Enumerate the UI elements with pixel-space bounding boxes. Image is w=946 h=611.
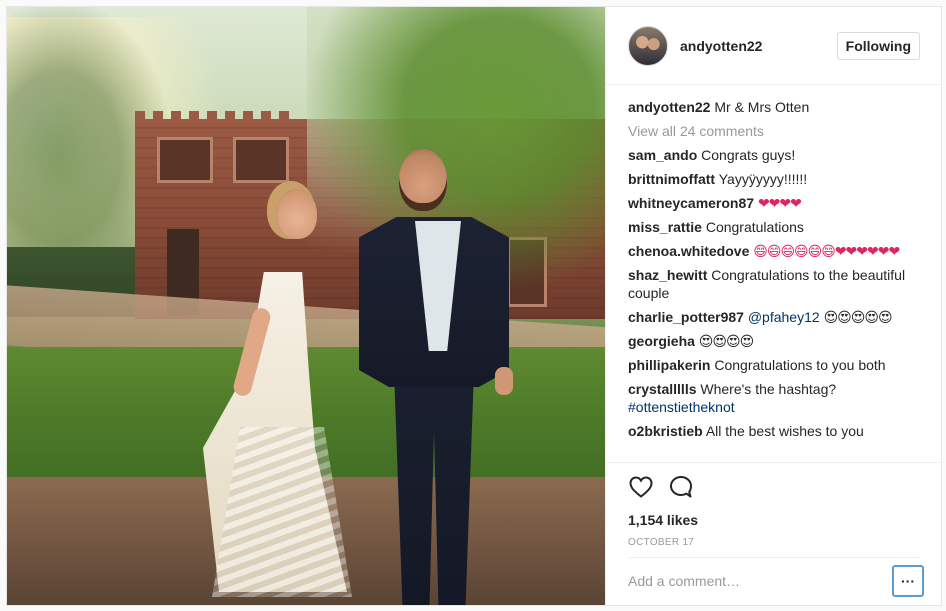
following-button[interactable]: Following [836,31,920,60]
comment-username[interactable]: o2bkristieb [628,423,703,439]
comment-item: whitneycameron87 ❤❤❤❤ [628,194,920,212]
photo-groom-hand [495,367,513,395]
comment-text: All the best wishes to you [705,423,864,439]
comments-list[interactable]: andyotten22 Mr & Mrs Otten View all 24 c… [606,85,942,462]
comment-item: crystallllls Where's the hashtag? #otten… [628,380,920,416]
comment-username[interactable]: brittnimoffatt [628,171,715,187]
likes-count[interactable]: 1,154 likes [628,511,920,529]
comment-item: sam_ando Congrats guys! [628,146,920,164]
photo-bride-head [277,189,317,239]
comment-text: 😍😍😍😍 [698,333,754,349]
comment-item: phillipakerin Congratulations to you bot… [628,356,920,374]
more-options-icon[interactable]: ··· [892,564,924,597]
comment-item: miss_rattie Congratulations [628,218,920,236]
comment-mention-link[interactable]: @pfahey12 [748,309,820,325]
heart-icon[interactable] [628,474,654,500]
comment-item: brittnimoffatt Yayyÿyyyy!!!!!! [628,170,920,188]
caption-username[interactable]: andyotten22 [628,99,710,115]
comment-text: 😍😍😍😍😍 [823,309,893,325]
header-username[interactable]: andyotten22 [680,38,762,54]
avatar[interactable] [628,25,668,66]
comment-username[interactable]: shaz_hewitt [628,267,707,283]
post-header: andyotten22 Following [606,7,942,85]
post-photo[interactable] [7,7,605,605]
photo-window [157,137,213,183]
comment-item: charlie_potter987 @pfahey12 😍😍😍😍😍 [628,308,920,326]
comment-text: Congrats guys! [701,147,796,163]
comment-text: 😄😄😄😄😄😄❤❤❤❤❤❤ [753,243,900,259]
comment-hashtag-link[interactable]: #ottenstietheknot [628,399,735,415]
post-actions: 1,154 likes OCTOBER 17 ··· [606,462,942,605]
comment-item: shaz_hewitt Congratulations to the beaut… [628,266,920,302]
comment-text: Congratulations to you both [714,357,886,373]
comment-text: Where's the hashtag? [700,381,837,397]
post-date: OCTOBER 17 [628,537,695,548]
action-icons [628,463,920,511]
comment-username[interactable]: georgieha [628,333,695,349]
comment-username[interactable]: sam_ando [628,147,697,163]
comment-username[interactable]: phillipakerin [628,357,710,373]
post-sidebar: andyotten22 Following andyotten22 Mr & M… [605,7,942,605]
comment-username[interactable]: whitneycameron87 [628,195,754,211]
post-card: andyotten22 Following andyotten22 Mr & M… [6,6,942,606]
photo-groom-head [399,149,447,211]
view-all-comments-link[interactable]: View all 24 comments [628,122,920,140]
comment-text: Yayyÿyyyy!!!!!! [718,171,808,187]
caption: andyotten22 Mr & Mrs Otten [628,98,920,116]
comment-item: o2bkristieb All the best wishes to you [628,422,920,440]
comment-username[interactable]: charlie_potter987 [628,309,744,325]
comment-username[interactable]: chenoa.whitedove [628,243,749,259]
comment-username[interactable]: crystallllls [628,381,697,397]
comment-item: chenoa.whitedove 😄😄😄😄😄😄❤❤❤❤❤❤ [628,242,920,260]
comment-item: georgieha 😍😍😍😍 [628,332,920,350]
photo-window [233,137,289,183]
caption-text: Mr & Mrs Otten [714,99,810,115]
comment-icon[interactable] [668,474,694,500]
comment-text: ❤❤❤❤ [757,195,802,211]
comment-text: Congratulations [705,219,804,235]
add-comment-input[interactable] [628,572,892,589]
comment-username[interactable]: miss_rattie [628,219,702,235]
comment-bar: ··· [628,557,924,603]
